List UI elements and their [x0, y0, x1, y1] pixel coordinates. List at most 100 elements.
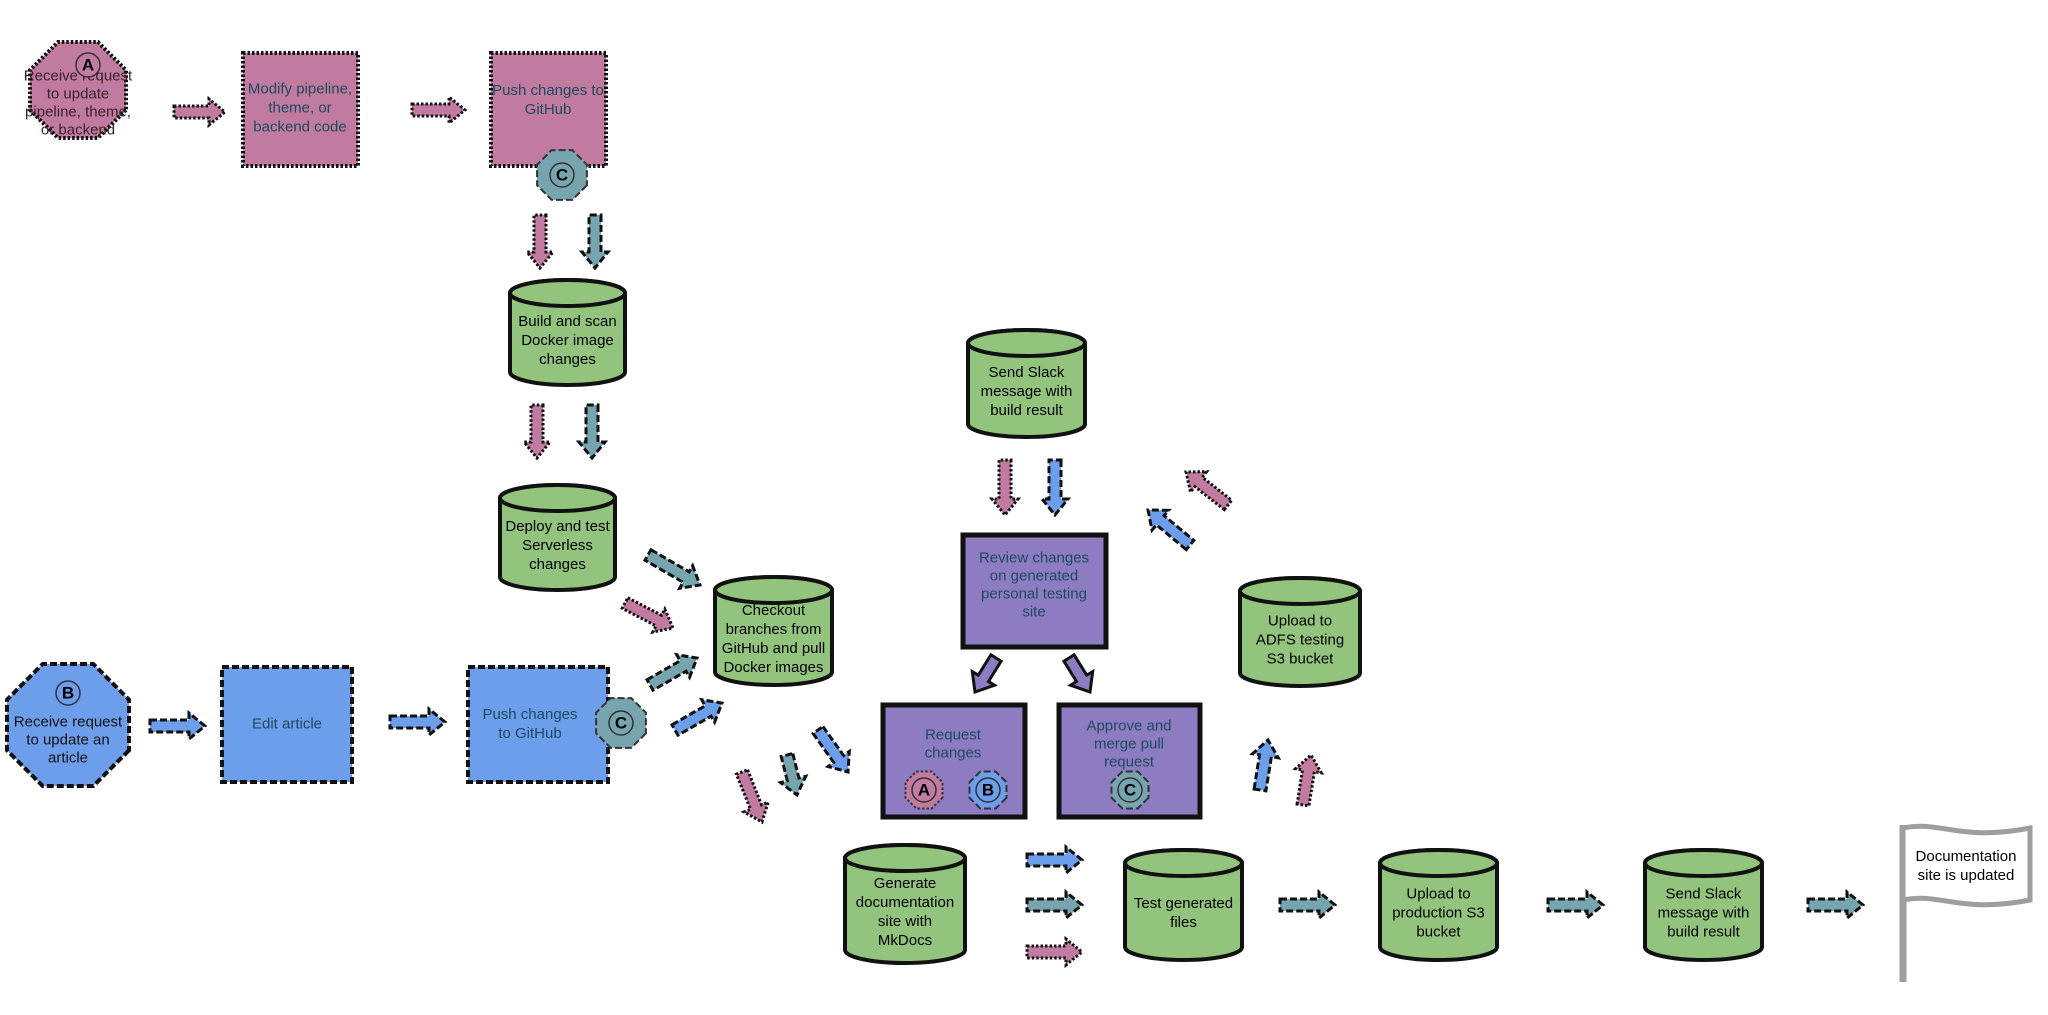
- arrow-teal: [1025, 888, 1085, 922]
- process-request-changes[interactable]: Requestchanges A B: [880, 702, 1028, 820]
- badge-marker: C: [536, 149, 588, 201]
- node-label: or backend: [41, 122, 115, 139]
- node-label: request: [1104, 754, 1155, 771]
- node-label: site is updated: [1918, 867, 2015, 884]
- node-label: production S3: [1392, 905, 1485, 922]
- node-label: Push changes: [482, 706, 577, 723]
- node-label: bucket: [1416, 924, 1461, 941]
- node-label: build result: [990, 402, 1063, 419]
- task-generate[interactable]: Generate documentation site with MkDocs: [843, 843, 967, 965]
- arrow-pink: [520, 403, 554, 461]
- node-label: personal testing: [981, 586, 1087, 603]
- badge-letter: B: [62, 684, 74, 703]
- arrow-pink: [172, 95, 228, 129]
- task-checkout[interactable]: Checkout branches from GitHub and pull Dock…: [713, 575, 834, 687]
- arrow-pink: [734, 767, 771, 825]
- badge-marker: A: [75, 52, 101, 78]
- node-label: Generate: [874, 875, 937, 892]
- node-label: theme, or: [268, 100, 331, 117]
- node-label: Documentation: [1916, 848, 2017, 865]
- node-label: Receive request: [14, 714, 123, 731]
- node-label: ADFS testing: [1256, 632, 1344, 649]
- node-label: to update: [47, 86, 110, 103]
- node-label: changes: [925, 745, 982, 762]
- node-label: Docker images: [723, 659, 823, 676]
- badge-marker: C: [1110, 770, 1150, 810]
- badge-letter: A: [82, 56, 94, 75]
- badge-letter: C: [615, 714, 627, 733]
- badge-marker: C: [595, 697, 647, 749]
- node-label: Review changes: [979, 550, 1089, 567]
- process-review[interactable]: Review changeson generatedpersonal testi…: [960, 532, 1109, 650]
- arrow-teal: [1278, 888, 1338, 922]
- node-label: GitHub: [525, 101, 572, 118]
- arrow-teal: [777, 751, 809, 798]
- end-flag[interactable]: Documentation site is updated: [1899, 823, 2033, 982]
- node-label: Approve and: [1086, 718, 1171, 735]
- arrow-pink: [988, 458, 1022, 518]
- task-slack-top[interactable]: Send Slack message with build result: [966, 328, 1087, 439]
- node-label: Send Slack: [989, 364, 1065, 381]
- node-label: files: [1170, 914, 1197, 931]
- node-label: Edit article: [252, 716, 322, 733]
- node-label: Docker image: [521, 332, 614, 349]
- node-label: Test generated: [1134, 895, 1233, 912]
- process-approve[interactable]: Approve andmerge pullrequest C: [1056, 702, 1203, 820]
- pipeline-diagram: Receive request to updatepipeline, theme,…: [5, 40, 2033, 982]
- arrow-pink: [620, 595, 676, 635]
- node-label: merge pull: [1094, 736, 1164, 753]
- process-push-b[interactable]: Push changes to GitHub C: [466, 665, 647, 784]
- arrow-blue: [1249, 737, 1282, 793]
- badge-letter: C: [556, 166, 568, 185]
- arrow-teal: [578, 213, 612, 271]
- node-label: Modify pipeline,: [248, 81, 352, 98]
- node-label: documentation: [856, 894, 954, 911]
- arrow-pink: [410, 93, 468, 127]
- task-build[interactable]: Build and scan Docker image changes: [508, 278, 627, 387]
- node-label: to update an: [26, 732, 109, 749]
- task-test[interactable]: Test generated files: [1123, 848, 1244, 962]
- arrow-teal: [1546, 888, 1606, 922]
- start-start-a[interactable]: Receive requestto updatepipeline, theme,…: [24, 40, 133, 140]
- badge-letter: B: [982, 781, 994, 800]
- node-label: article: [48, 750, 88, 767]
- process-edit[interactable]: Edit article: [220, 665, 354, 784]
- badge-letter: C: [1124, 781, 1136, 800]
- node-label: site with: [878, 913, 932, 930]
- node-label: MkDocs: [878, 932, 932, 949]
- start-start-b[interactable]: Receive requestto update anarticle B: [5, 662, 131, 788]
- process-modify[interactable]: Modify pipeline, theme, or backend code: [241, 51, 360, 168]
- arrow-pink: [1292, 752, 1325, 808]
- node-label: Build and scan: [518, 313, 616, 330]
- arrow-purple: [970, 652, 1004, 695]
- task-slack-bottom[interactable]: Send Slack message with build result: [1643, 848, 1764, 962]
- node-label: build result: [1667, 924, 1740, 941]
- arrow-teal: [575, 403, 609, 461]
- badge-marker: A: [904, 770, 944, 810]
- arrow-teal: [642, 547, 703, 591]
- node-label: Send Slack: [1666, 886, 1742, 903]
- arrow-blue: [388, 705, 448, 739]
- node-label: changes: [539, 351, 596, 368]
- task-upload-prod[interactable]: Upload to production S3 bucket: [1378, 848, 1499, 962]
- node-label: Upload to: [1406, 886, 1470, 903]
- arrow-blue: [1025, 843, 1085, 877]
- badge-letter: A: [918, 781, 930, 800]
- arrow-pink: [1184, 470, 1234, 512]
- arrow-teal: [644, 652, 700, 693]
- arrow-pink: [1025, 935, 1085, 969]
- arrow-blue: [811, 724, 851, 774]
- node-label: to GitHub: [498, 725, 561, 742]
- node-label: Serverless: [522, 537, 593, 554]
- task-deploy[interactable]: Deploy and test Serverless changes: [498, 483, 617, 592]
- arrow-teal: [1806, 888, 1866, 922]
- task-adfs[interactable]: Upload to ADFS testing S3 bucket: [1238, 576, 1362, 688]
- node-label: pipeline, theme,: [25, 104, 131, 121]
- node-label: Checkout: [742, 602, 806, 619]
- process-push-a[interactable]: Push changes to GitHub C: [489, 51, 608, 201]
- arrow-blue: [1146, 508, 1196, 552]
- node-label: branches from: [726, 621, 822, 638]
- node-label: Upload to: [1268, 613, 1332, 630]
- arrow-blue: [148, 709, 208, 743]
- node-label: S3 bucket: [1267, 651, 1335, 668]
